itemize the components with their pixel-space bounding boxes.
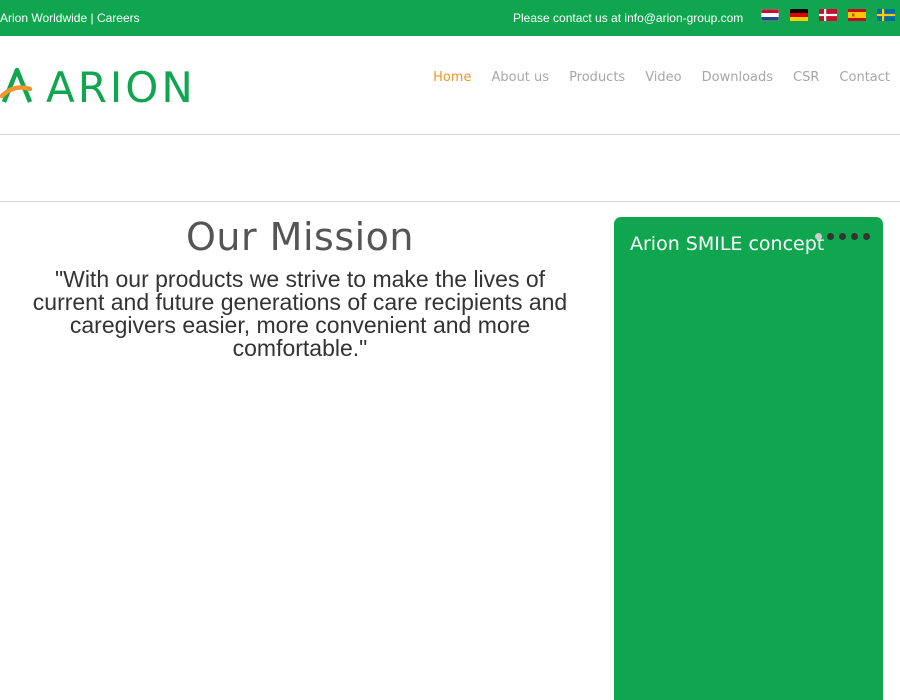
flag-sweden-icon[interactable] [877, 9, 895, 21]
careers-link[interactable]: Careers [97, 11, 140, 25]
flag-denmark-icon[interactable] [819, 9, 837, 21]
mission-section: Our Mission "With our products we strive… [0, 214, 600, 360]
main-nav: Home About us Products Video Downloads C… [433, 70, 890, 85]
slider-dot-1[interactable] [815, 233, 822, 240]
worldwide-link[interactable]: Arion Worldwide [0, 11, 87, 25]
contact-info: Please contact us at info@arion-group.co… [513, 11, 743, 25]
contact-email-link[interactable]: Please contact us at info@arion-group.co… [513, 11, 743, 25]
slider-dots [815, 233, 870, 240]
slider-dot-4[interactable] [851, 233, 858, 240]
flag-netherlands-icon[interactable] [761, 9, 779, 21]
logo-text: ARION [46, 66, 190, 108]
top-separator: | [87, 11, 97, 25]
flag-germany-icon[interactable] [790, 9, 808, 21]
slider-dot-3[interactable] [839, 233, 846, 240]
language-flags [761, 9, 895, 21]
arion-logo[interactable]: ARION [0, 66, 190, 108]
mission-title: Our Mission [185, 215, 415, 259]
nav-csr[interactable]: CSR [793, 70, 819, 85]
top-bar: Arion Worldwide | Careers Please contact… [0, 0, 900, 36]
flag-spain-icon[interactable] [848, 9, 866, 21]
panel-title: Arion SMILE concept [630, 233, 825, 255]
smile-concept-panel: Arion SMILE concept [614, 217, 883, 700]
site-header: ARION Home About us Products Video Downl… [0, 36, 900, 135]
slider-dot-2[interactable] [827, 233, 834, 240]
nav-video[interactable]: Video [645, 70, 681, 85]
nav-contact[interactable]: Contact [839, 70, 890, 85]
top-links: Arion Worldwide | Careers [0, 11, 140, 25]
nav-home[interactable]: Home [433, 70, 471, 85]
mission-statement: "With our products we strive to make the… [32, 266, 568, 361]
slider-dot-5[interactable] [863, 233, 870, 240]
banner-area [0, 135, 900, 202]
nav-about-us[interactable]: About us [491, 70, 549, 85]
nav-downloads[interactable]: Downloads [702, 70, 773, 85]
nav-products[interactable]: Products [569, 70, 625, 85]
